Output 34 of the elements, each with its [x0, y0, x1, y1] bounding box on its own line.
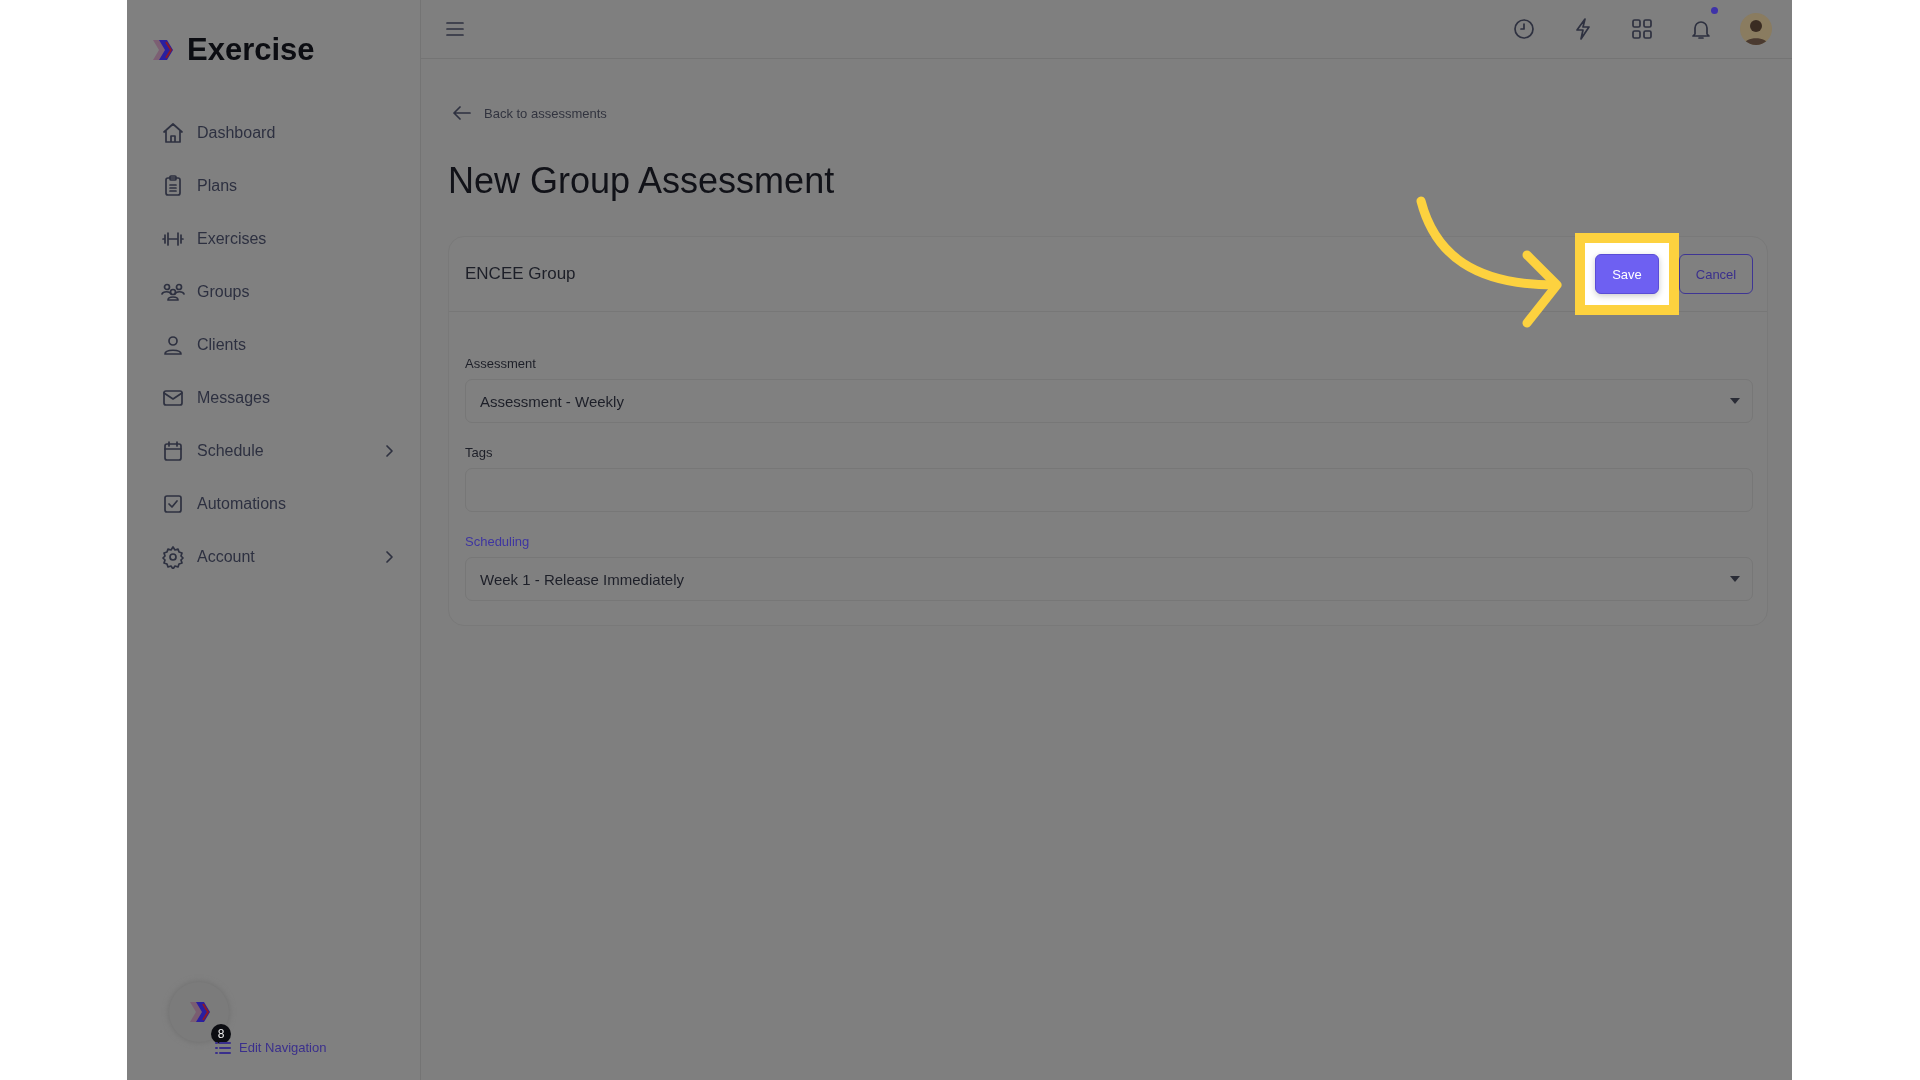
sidebar-item[interactable]: Plans — [161, 167, 394, 205]
sidebar-item[interactable]: Messages — [161, 379, 394, 417]
gear-icon — [161, 545, 185, 569]
card-title: ENCEE Group — [465, 264, 577, 284]
select-field[interactable]: Assessment - Weekly — [465, 379, 1753, 423]
home-icon — [161, 121, 185, 145]
save-button[interactable]: Save — [1595, 254, 1659, 294]
sidebar-item[interactable]: Dashboard — [161, 114, 394, 152]
field-label: Assessment — [465, 356, 537, 371]
dropdown-caret-icon — [1730, 576, 1740, 582]
clock-icon[interactable] — [1511, 17, 1536, 41]
brand-name: Exercise — [187, 32, 315, 68]
sidebar-item[interactable]: Automations — [161, 485, 394, 523]
sidebar-item[interactable]: Account — [161, 538, 394, 576]
menu-icon[interactable] — [445, 21, 465, 37]
field-label: Tags — [465, 445, 494, 460]
arrow-left-icon[interactable] — [452, 106, 472, 120]
sidebar-item[interactable]: Exercises — [161, 220, 394, 258]
person-icon — [161, 333, 185, 357]
sidebar-item[interactable]: Schedule — [161, 432, 394, 470]
calendar-icon — [161, 439, 185, 463]
grid-icon[interactable] — [1629, 17, 1654, 41]
sidebar-item[interactable]: Clients — [161, 326, 394, 364]
sidebar-item[interactable]: Groups — [161, 273, 394, 311]
dropdown-caret-icon — [1730, 398, 1740, 404]
cancel-button[interactable]: Cancel — [1679, 254, 1753, 294]
list-icon — [215, 1040, 231, 1055]
back-link[interactable]: Back to assessments — [484, 105, 607, 121]
edit-navigation-link[interactable]: Edit Navigation — [239, 1040, 327, 1055]
field-label: Scheduling — [465, 534, 531, 549]
select-field[interactable]: Week 1 - Release Immediately — [465, 557, 1753, 601]
checkbox-icon — [161, 492, 185, 516]
user-avatar[interactable] — [1740, 13, 1772, 45]
page-title: New Group Assessment — [448, 159, 836, 203]
